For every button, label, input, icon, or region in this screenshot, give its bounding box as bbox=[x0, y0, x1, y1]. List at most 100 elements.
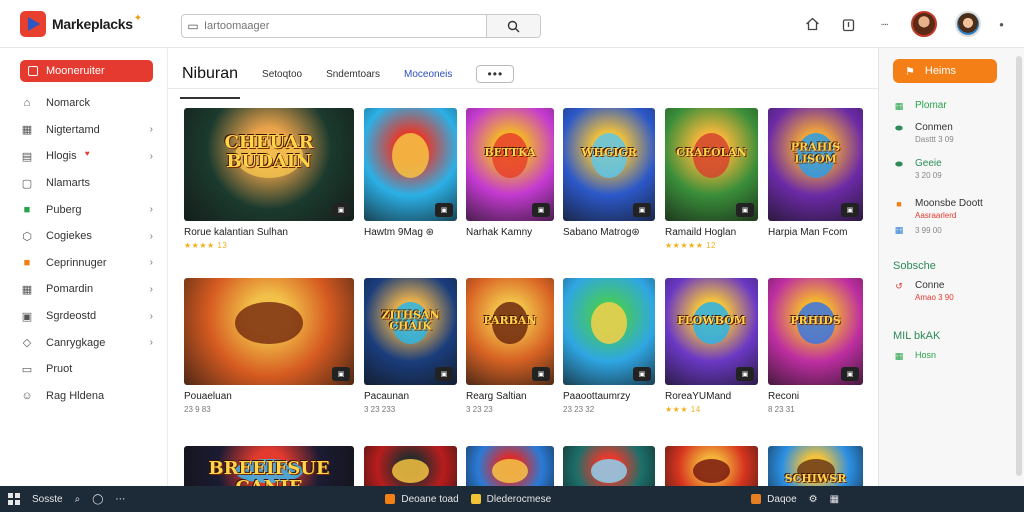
right-row[interactable]: ⬬ Conmen Dasttt 3 09 bbox=[893, 122, 954, 144]
game-card[interactable]: ▣ Paaoottaumrzy 23 23 32 bbox=[563, 278, 655, 414]
taskview-icon[interactable]: ⋯ bbox=[115, 494, 125, 505]
chat-icon[interactable]: ◯ bbox=[92, 494, 103, 505]
right-row[interactable]: ▦ Hosn bbox=[893, 350, 936, 362]
grid-icon: ▦ bbox=[894, 100, 904, 111]
game-card[interactable]: CRAEOLAN ▣ Ramaild Hoglan ★★★★★ 12 bbox=[665, 108, 758, 250]
cta-button[interactable]: ⚑ Heims bbox=[893, 59, 997, 83]
game-card[interactable] bbox=[364, 446, 457, 486]
sidebar: Mooneruiter ⌂ Nomarck ▦ Nigtertamd › ▤ Hlogis ♥… bbox=[0, 48, 168, 486]
sidebar-primary-button[interactable]: Mooneruiter bbox=[20, 60, 153, 82]
sidebar-item[interactable]: ▣ Sgrdeostd › bbox=[0, 303, 167, 330]
corner-badge-icon: ▣ bbox=[841, 203, 859, 217]
game-card[interactable]: PARBAN ▣ Rearg Saltian 3 23 23 bbox=[466, 278, 554, 414]
bag-icon[interactable] bbox=[839, 15, 857, 33]
game-card[interactable] bbox=[563, 446, 655, 486]
corner-badge-icon: ▣ bbox=[332, 203, 350, 217]
search-button[interactable] bbox=[486, 15, 540, 37]
tab-bar: Niburan Setoqtoo Sndemtoars Moceoneis ••… bbox=[179, 60, 515, 99]
sidebar-item[interactable]: ▦ Pomardin › bbox=[0, 276, 167, 303]
sidebar-item-label: Nomarck bbox=[46, 97, 91, 110]
game-card[interactable]: PRHIDS ▣ Reconi 8 23 31 bbox=[768, 278, 863, 414]
taskbar-app-3[interactable]: Daqoe bbox=[751, 494, 797, 505]
game-thumbnail: ▣ bbox=[364, 108, 457, 221]
chevron-down-icon[interactable]: ● bbox=[999, 20, 1004, 29]
game-thumbnail: BREEIFSUE CANIE bbox=[184, 446, 354, 486]
rating-stars: ★★★★ 13 bbox=[184, 241, 228, 250]
search-bar[interactable]: ▭ bbox=[181, 14, 541, 38]
sidebar-item[interactable]: ▦ Nigtertamd › bbox=[0, 117, 167, 144]
row-subtitle: Amao 3 90 bbox=[915, 293, 954, 302]
right-row[interactable]: ⬬ Geeie 3 20 09 bbox=[893, 158, 942, 180]
taskbar-app-1[interactable]: Deoane toad bbox=[385, 494, 459, 505]
avatar[interactable] bbox=[911, 11, 938, 37]
sidebar-item[interactable]: ▭ Pruot bbox=[0, 356, 167, 383]
sidebar-item[interactable]: ⌂ Nomarck bbox=[0, 90, 167, 117]
home-icon: ⌂ bbox=[23, 97, 31, 110]
home-icon[interactable] bbox=[803, 15, 821, 33]
character-shape bbox=[492, 459, 528, 484]
taskbar-app-2[interactable]: Dlederocmese bbox=[470, 494, 551, 505]
sidebar-item[interactable]: ■ Ceprinnuger › bbox=[0, 250, 167, 277]
game-card[interactable]: SCHIWSR bbox=[768, 446, 863, 486]
game-card[interactable]: ▣ Hawtm 9Mag ⊛ bbox=[364, 108, 457, 238]
right-panel: ⚑ Heims ▦ Plomar ⬬ Conmen Dasttt 3 09 ⬬ … bbox=[878, 48, 1024, 486]
windows-start-icon[interactable] bbox=[8, 493, 20, 505]
heart-icon: ♥ bbox=[84, 148, 90, 158]
game-card[interactable]: FLOWBOM ▣ RoreaYUMand ★★★ 14 bbox=[665, 278, 758, 414]
game-thumbnail: CRAEOLAN ▣ bbox=[665, 108, 758, 221]
sidebar-item-label: Ceprinnuger bbox=[46, 256, 107, 269]
grid-icon: ▦ bbox=[894, 224, 904, 235]
tab-2[interactable]: Sndemtoars bbox=[326, 60, 380, 88]
avatar-secondary[interactable] bbox=[955, 11, 982, 37]
game-thumbnail bbox=[364, 446, 457, 486]
game-card[interactable]: ▣ Pouaeluan 23 9 83 bbox=[184, 278, 354, 414]
grid-icon[interactable]: ▦ bbox=[830, 494, 839, 505]
corner-badge-icon: ▣ bbox=[435, 203, 453, 217]
game-title: Narhak Kamny bbox=[466, 227, 533, 238]
game-card[interactable]: PRAHIS LISOM ▣ Harpia Man Fcom bbox=[768, 108, 863, 238]
logo[interactable]: Markeplacks ✦ bbox=[20, 10, 170, 37]
game-card[interactable]: CHEUAR BUDAIN ▣ Rorue kalantian Sulhan ★★★★… bbox=[184, 108, 354, 250]
shield-icon: ⬡ bbox=[22, 230, 32, 243]
more-tabs-button[interactable]: ••• bbox=[476, 65, 515, 83]
sidebar-item[interactable]: ▤ Hlogis ♥ › bbox=[0, 143, 167, 170]
sidebar-item[interactable]: ■ Puberg › bbox=[0, 196, 167, 223]
game-card[interactable]: BETTKA ▣ Narhak Kamny bbox=[466, 108, 554, 238]
search-icon bbox=[507, 20, 520, 32]
more-icon[interactable]: ∙∙∙∙ bbox=[875, 15, 893, 33]
game-card[interactable] bbox=[466, 446, 554, 486]
taskbar-search[interactable]: Sosste bbox=[32, 494, 63, 505]
chevron-right-icon: › bbox=[149, 310, 153, 322]
right-row[interactable]: ■ Moonsbe Doott Aasraarlerd bbox=[893, 198, 983, 220]
refresh-icon: ↺ bbox=[895, 280, 903, 291]
tab-3[interactable]: Moceoneis bbox=[404, 60, 452, 88]
game-card[interactable] bbox=[665, 446, 758, 486]
orange-square-icon: ■ bbox=[23, 256, 31, 269]
game-thumbnail: ▣ bbox=[563, 278, 655, 385]
game-thumbnail: FLOWBOM ▣ bbox=[665, 278, 758, 385]
right-row[interactable]: ▦ 3 99 00 bbox=[893, 224, 942, 236]
game-title: Harpia Man Fcom bbox=[768, 227, 848, 238]
sidebar-item[interactable]: ⬡ Cogiekes › bbox=[0, 223, 167, 250]
game-title: Sabano Matrog⊛ bbox=[563, 227, 640, 238]
sidebar-primary-label: Mooneruiter bbox=[46, 65, 105, 77]
game-card[interactable]: ZITHSAN CHAIK ▣ Pacaunan 3 23 233 bbox=[364, 278, 457, 414]
sidebar-item[interactable]: ◇ Canrygkage › bbox=[0, 329, 167, 356]
tab-1[interactable]: Setoqtoo bbox=[262, 60, 302, 88]
scrollbar[interactable] bbox=[1016, 56, 1022, 476]
search-input[interactable] bbox=[204, 16, 484, 36]
sidebar-item[interactable]: ▢ Nlamarts bbox=[0, 170, 167, 197]
search-icon[interactable]: ⌕ bbox=[75, 494, 81, 505]
row-subtitle: Aasraarlerd bbox=[915, 211, 957, 220]
corner-badge-icon: ▣ bbox=[532, 203, 550, 217]
top-bar: Markeplacks ✦ ▭ ∙∙∙∙ ● bbox=[0, 0, 1024, 48]
right-row[interactable]: ↺ Conne Amao 3 90 bbox=[893, 280, 954, 302]
sidebar-item[interactable]: ☺ Rag Hldena bbox=[0, 383, 167, 410]
row-title: Geeie bbox=[915, 158, 942, 169]
settings-icon[interactable]: ⚙ bbox=[809, 494, 818, 505]
sidebar-item-label: Rag Hldena bbox=[46, 389, 105, 402]
game-card[interactable]: BREEIFSUE CANIENanao3bhingolo23 10 33 bbox=[184, 446, 354, 486]
game-card[interactable]: WHGIGR ▣ Sabano Matrog⊛ bbox=[563, 108, 655, 238]
tab-active[interactable]: Niburan bbox=[179, 60, 241, 99]
game-title: Paaoottaumrzy bbox=[563, 391, 631, 402]
